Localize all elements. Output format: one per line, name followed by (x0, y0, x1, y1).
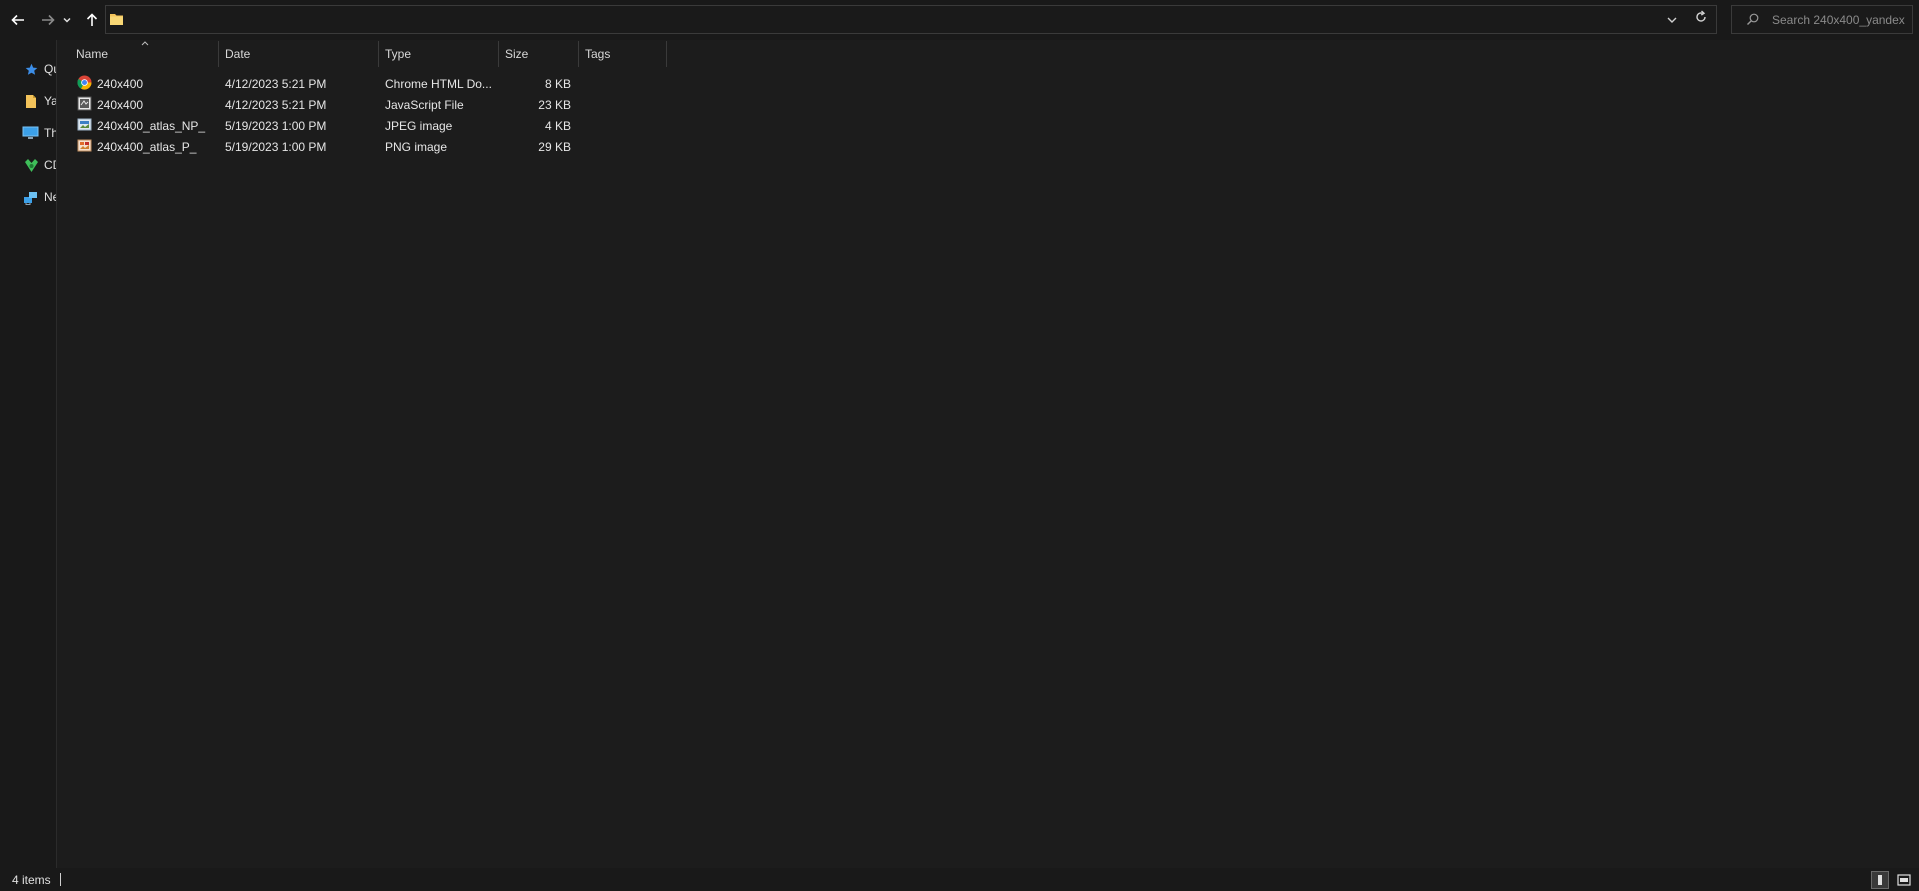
column-header-name[interactable]: Name (76, 47, 108, 63)
chrome-icon (77, 75, 92, 90)
chevron-down-icon (63, 17, 71, 23)
status-bar (0, 868, 1919, 891)
star-icon (25, 63, 38, 75)
png-image-icon (77, 139, 92, 152)
file-size: 4 KB (544, 119, 571, 133)
file-type: Chrome HTML Do... (385, 77, 492, 91)
forward-button[interactable] (36, 8, 60, 32)
column-header-date[interactable]: Date (225, 47, 250, 63)
sort-ascending-icon (141, 41, 149, 46)
file-row[interactable]: 240x400 4/12/2023 5:21 PM Chrome HTML Do… (57, 73, 677, 94)
file-name: 240x400_atlas_NP_ (97, 119, 206, 133)
file-type: JPEG image (385, 119, 453, 133)
chevron-down-icon[interactable] (1666, 14, 1678, 26)
details-view-icon (1878, 875, 1882, 885)
monitor-icon (22, 126, 39, 139)
folder-icon (26, 95, 36, 108)
back-button[interactable] (6, 8, 30, 32)
refresh-button[interactable] (1694, 10, 1714, 30)
file-size: 8 KB (544, 77, 571, 91)
file-date: 5/19/2023 1:00 PM (225, 140, 327, 154)
address-bar[interactable] (105, 5, 1717, 34)
file-row[interactable]: 240x400_atlas_P_ 5/19/2023 1:00 PM PNG i… (57, 136, 677, 157)
arrow-right-icon (42, 14, 55, 26)
sidebar-item-label: Qu (44, 62, 56, 76)
column-divider[interactable] (498, 41, 499, 67)
file-row[interactable]: 240x400_atlas_NP_ 5/19/2023 1:00 PM JPEG… (57, 115, 677, 136)
folder-icon (110, 14, 123, 25)
cd-drive-icon (25, 159, 38, 172)
file-type: JavaScript File (385, 98, 464, 112)
search-placeholder: Search 240x400_yandex (1772, 13, 1905, 27)
file-name: 240x400_atlas_P_ (97, 140, 197, 154)
recent-locations-button[interactable] (60, 8, 74, 32)
item-count: 4 items (12, 873, 51, 887)
column-header-type[interactable]: Type (385, 47, 411, 63)
large-icons-view-button[interactable] (1895, 871, 1913, 889)
column-divider[interactable] (578, 41, 579, 67)
file-list-pane (57, 40, 1919, 868)
sidebar-item-label: Th (44, 126, 56, 140)
jpeg-image-icon (77, 118, 92, 131)
up-button[interactable] (80, 8, 104, 32)
network-icon (24, 192, 37, 205)
file-name: 240x400 (97, 98, 144, 112)
file-row[interactable]: 240x400 4/12/2023 5:21 PM JavaScript Fil… (57, 94, 677, 115)
sidebar-item-network[interactable]: Ne (0, 184, 56, 210)
file-size: 23 KB (538, 98, 571, 112)
sidebar-item-quick-access[interactable]: Qu (0, 56, 56, 82)
file-name: 240x400 (97, 77, 144, 91)
arrow-up-icon (86, 13, 98, 26)
search-icon (1747, 13, 1759, 25)
file-type: PNG image (385, 140, 448, 154)
details-view-button[interactable] (1871, 871, 1889, 889)
arrow-left-icon (11, 14, 24, 26)
file-date: 4/12/2023 5:21 PM (225, 98, 327, 112)
column-header-tags[interactable]: Tags (585, 47, 610, 63)
sidebar-item-label: CD (44, 158, 56, 172)
large-icons-view-icon (1897, 874, 1911, 886)
sidebar-item-folder[interactable]: Ya (0, 88, 56, 114)
javascript-file-icon (77, 96, 92, 111)
column-divider[interactable] (218, 41, 219, 67)
sidebar-item-label: Ne (44, 190, 56, 204)
file-date: 5/19/2023 1:00 PM (225, 119, 327, 133)
file-date: 4/12/2023 5:21 PM (225, 77, 327, 91)
column-divider[interactable] (666, 41, 667, 67)
sidebar-item-this-pc[interactable]: Th (0, 120, 56, 146)
status-separator (60, 873, 61, 886)
sidebar-item-label: Ya (44, 94, 56, 108)
column-divider[interactable] (378, 41, 379, 67)
file-size: 29 KB (538, 140, 571, 154)
refresh-icon (1696, 10, 1706, 22)
sidebar-item-cd-drive[interactable]: CD (0, 152, 56, 178)
column-header-size[interactable]: Size (505, 47, 528, 63)
